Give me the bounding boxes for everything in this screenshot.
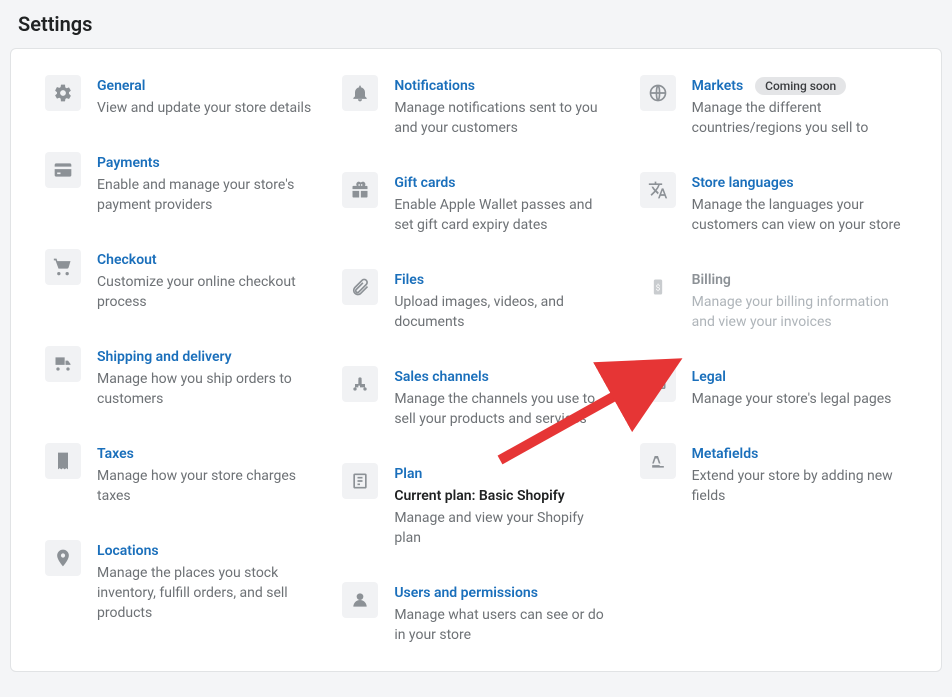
item-title: Payments (97, 155, 160, 171)
page-title: Settings (0, 0, 952, 48)
settings-item-checkout[interactable]: Checkout Customize your online checkout … (45, 249, 312, 312)
item-desc: Manage the languages your customers can … (692, 195, 907, 235)
settings-item-notifications[interactable]: Notifications Manage notifications sent … (342, 75, 609, 138)
item-title: Metafields (692, 446, 759, 462)
item-desc: Manage the places you stock inventory, f… (97, 563, 312, 623)
truck-icon (45, 346, 81, 382)
settings-item-giftcards[interactable]: Gift cards Enable Apple Wallet passes an… (342, 172, 609, 235)
item-title: Locations (97, 543, 159, 559)
settings-item-billing: $ Billing Manage your billing informatio… (640, 269, 907, 332)
user-icon (342, 582, 378, 618)
settings-item-users[interactable]: Users and permissions Manage what users … (342, 582, 609, 645)
cart-icon (45, 249, 81, 285)
settings-col-3: Markets Coming soon Manage the different… (640, 75, 907, 645)
item-desc: Enable Apple Wallet passes and set gift … (394, 195, 609, 235)
receipt-icon (45, 443, 81, 479)
plan-icon (342, 463, 378, 499)
settings-item-files[interactable]: Files Upload images, videos, and documen… (342, 269, 609, 332)
gear-icon (45, 75, 81, 111)
settings-item-legal[interactable]: Legal Manage your store's legal pages (640, 366, 907, 409)
item-title: General (97, 78, 145, 94)
item-desc: Enable and manage your store's payment p… (97, 175, 312, 215)
settings-col-2: Notifications Manage notifications sent … (342, 75, 609, 645)
legal-icon (640, 366, 676, 402)
metafields-icon (640, 443, 676, 479)
dollar-icon: $ (640, 269, 676, 305)
item-title: Billing (692, 272, 731, 288)
item-desc: Manage the channels you use to sell your… (394, 389, 609, 429)
coming-soon-badge: Coming soon (755, 77, 846, 95)
settings-item-plan[interactable]: Plan Current plan: Basic Shopify Manage … (342, 463, 609, 548)
item-title: Plan (394, 466, 422, 482)
item-desc: Manage how your store charges taxes (97, 466, 312, 506)
item-title: Shipping and delivery (97, 349, 232, 365)
card-icon (45, 152, 81, 188)
item-desc: Manage how you ship orders to customers (97, 369, 312, 409)
bell-icon (342, 75, 378, 111)
item-title: Sales channels (394, 369, 489, 385)
settings-item-languages[interactable]: Store languages Manage the languages you… (640, 172, 907, 235)
settings-item-general[interactable]: General View and update your store detai… (45, 75, 312, 118)
item-desc: Upload images, videos, and documents (394, 292, 609, 332)
settings-item-locations[interactable]: Locations Manage the places you stock in… (45, 540, 312, 623)
globe-icon (640, 75, 676, 111)
language-icon (640, 172, 676, 208)
settings-item-taxes[interactable]: Taxes Manage how your store charges taxe… (45, 443, 312, 506)
settings-item-metafields[interactable]: Metafields Extend your store by adding n… (640, 443, 907, 506)
paperclip-icon (342, 269, 378, 305)
channels-icon (342, 366, 378, 402)
settings-item-shipping[interactable]: Shipping and delivery Manage how you shi… (45, 346, 312, 409)
item-desc: Manage notifications sent to you and you… (394, 98, 609, 138)
settings-col-1: General View and update your store detai… (45, 75, 312, 645)
item-title: Checkout (97, 252, 157, 268)
gift-icon (342, 172, 378, 208)
item-title: Markets (692, 78, 744, 94)
item-title: Files (394, 272, 424, 288)
item-desc: Manage and view your Shopify plan (394, 508, 609, 548)
settings-card: General View and update your store detai… (10, 48, 942, 672)
item-title: Notifications (394, 78, 475, 94)
settings-item-saleschannels[interactable]: Sales channels Manage the channels you u… (342, 366, 609, 429)
item-desc: Customize your online checkout process (97, 272, 312, 312)
item-title: Store languages (692, 175, 794, 191)
item-desc: Extend your store by adding new fields (692, 466, 907, 506)
settings-item-markets[interactable]: Markets Coming soon Manage the different… (640, 75, 907, 138)
location-pin-icon (45, 540, 81, 576)
item-title: Users and permissions (394, 585, 538, 601)
item-extra: Current plan: Basic Shopify (394, 486, 609, 506)
item-desc: View and update your store details (97, 98, 312, 118)
item-desc: Manage your billing information and view… (692, 292, 907, 332)
item-title: Gift cards (394, 175, 455, 191)
svg-text:$: $ (655, 282, 660, 293)
item-desc: Manage the different countries/regions y… (692, 98, 907, 138)
item-desc: Manage your store's legal pages (692, 389, 907, 409)
item-title: Legal (692, 369, 726, 385)
settings-item-payments[interactable]: Payments Enable and manage your store's … (45, 152, 312, 215)
item-desc: Manage what users can see or do in your … (394, 605, 609, 645)
item-title: Taxes (97, 446, 134, 462)
